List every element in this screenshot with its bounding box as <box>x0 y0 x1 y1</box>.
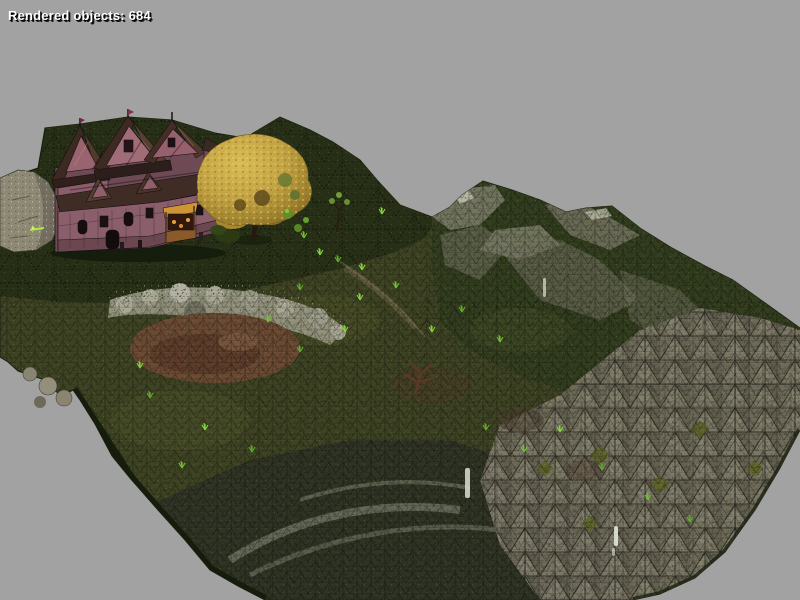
hud-stats-text: Rendered objects: 684 <box>8 8 151 23</box>
scene-canvas <box>0 0 800 600</box>
market-stall <box>163 202 198 243</box>
render-viewport[interactable]: Rendered objects: 684 <box>0 0 800 600</box>
